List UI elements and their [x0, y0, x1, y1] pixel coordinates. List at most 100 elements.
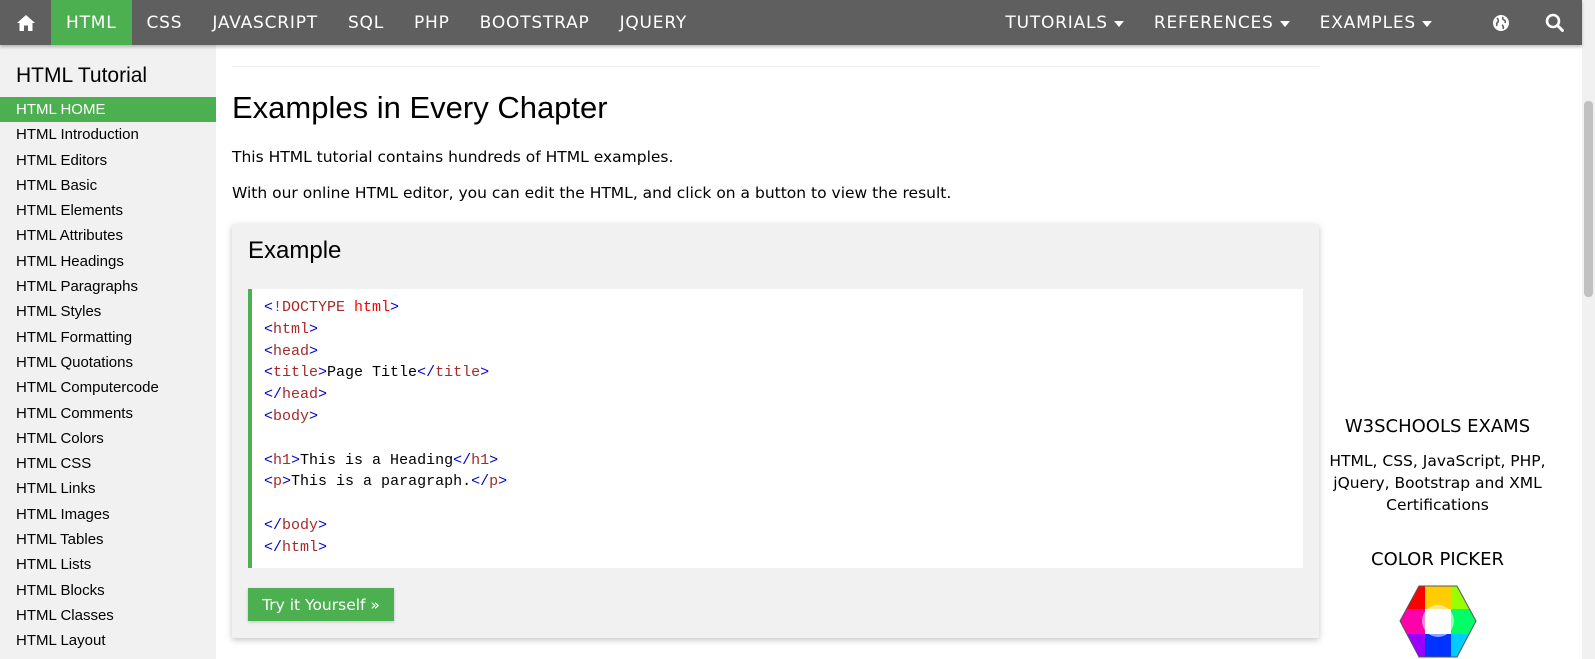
- code-bracket: >: [318, 364, 328, 382]
- code-bracket: >: [309, 320, 319, 338]
- sidebar-list: HTML HOME HTML Introduction HTML Editors…: [0, 97, 216, 654]
- color-picker-icon[interactable]: [1399, 584, 1477, 659]
- top-navigation: HTML CSS JAVASCRIPT SQL PHP BOOTSTRAP JQ…: [0, 0, 1582, 45]
- exams-description[interactable]: HTML, CSS, JavaScript, PHP, jQuery, Boot…: [1325, 450, 1550, 516]
- nav-item-html[interactable]: HTML: [51, 0, 132, 45]
- code-tag: html: [282, 538, 319, 556]
- exams-text-line: jQuery, Bootstrap and XML: [1333, 474, 1542, 492]
- sidebar-item-html-css[interactable]: HTML CSS: [0, 451, 216, 476]
- nav-dropdown-label: TUTORIALS: [1005, 12, 1108, 33]
- sidebar-item-html-classes[interactable]: HTML Classes: [0, 603, 216, 628]
- try-it-yourself-button[interactable]: Try it Yourself »: [248, 588, 394, 621]
- sidebar-item-html-attributes[interactable]: HTML Attributes: [0, 223, 216, 248]
- sidebar-item-html-introduction[interactable]: HTML Introduction: [0, 122, 216, 147]
- caret-down-icon: [1113, 20, 1124, 27]
- sidebar-item-html-tables[interactable]: HTML Tables: [0, 527, 216, 552]
- home-button[interactable]: [0, 0, 51, 45]
- nav-dropdown-label: REFERENCES: [1153, 12, 1274, 33]
- sidebar-item-html-editors[interactable]: HTML Editors: [0, 148, 216, 173]
- sidebar-item-html-home[interactable]: HTML HOME: [0, 97, 216, 123]
- nav-item-bootstrap[interactable]: BOOTSTRAP: [465, 0, 605, 45]
- code-bracket: </: [264, 516, 283, 534]
- search-button[interactable]: [1527, 0, 1582, 45]
- sidebar-item-html-quotations[interactable]: HTML Quotations: [0, 350, 216, 375]
- sidebar-item-html-paragraphs[interactable]: HTML Paragraphs: [0, 274, 216, 299]
- code-bracket: <: [264, 342, 274, 360]
- globe-icon: [1493, 14, 1509, 31]
- sidebar-item-html-elements[interactable]: HTML Elements: [0, 198, 216, 223]
- code-bracket: >: [318, 538, 328, 556]
- caret-down-icon: [1422, 20, 1432, 27]
- sidebar-item-html-blocks[interactable]: HTML Blocks: [0, 578, 216, 603]
- sidebar-item-html-images[interactable]: HTML Images: [0, 502, 216, 527]
- code-line: <title>Page Title</title>: [264, 362, 1303, 384]
- sidebar-item-html-colors[interactable]: HTML Colors: [0, 426, 216, 451]
- code-attr: html: [345, 299, 391, 316]
- sidebar-item-html-links[interactable]: HTML Links: [0, 476, 216, 501]
- scrollbar-thumb[interactable]: [1584, 101, 1593, 297]
- code-bracket: </: [453, 451, 472, 469]
- sidebar-item-html-formatting[interactable]: HTML Formatting: [0, 325, 216, 350]
- sidebar-item-html-comments[interactable]: HTML Comments: [0, 401, 216, 426]
- code-line: </body>: [264, 515, 1303, 537]
- sidebar-title: HTML Tutorial: [16, 64, 148, 87]
- nav-item-javascript[interactable]: JAVASCRIPT: [197, 0, 333, 45]
- code-bracket: <: [264, 364, 274, 382]
- code-tag: body: [282, 516, 319, 534]
- code-bracket: >: [291, 451, 301, 469]
- sidebar-item-html-headings[interactable]: HTML Headings: [0, 249, 216, 274]
- nav-item-php[interactable]: PHP: [399, 0, 465, 45]
- code-bracket: </: [264, 386, 283, 404]
- code-block: <!DOCTYPE html> <html> <head> <title>Pag…: [248, 289, 1303, 568]
- search-icon: [1545, 13, 1564, 32]
- code-tag: body: [273, 407, 310, 425]
- page-scrollbar[interactable]: [1582, 0, 1595, 659]
- code-tag: title: [273, 364, 319, 382]
- nav-item-css[interactable]: CSS: [132, 0, 198, 45]
- code-bracket: <: [264, 320, 274, 338]
- code-line: </html>: [264, 537, 1303, 559]
- sidebar-item-html-layout[interactable]: HTML Layout: [0, 628, 216, 653]
- nav-dropdown-references[interactable]: REFERENCES: [1139, 0, 1305, 45]
- code-text: Page Title: [327, 364, 418, 382]
- nav-item-sql[interactable]: SQL: [333, 0, 399, 45]
- nav-item-jquery[interactable]: JQUERY: [605, 0, 703, 45]
- code-tag: p: [273, 473, 283, 491]
- sidebar-item-html-computercode[interactable]: HTML Computercode: [0, 375, 216, 400]
- code-line: <h1>This is a Heading</h1>: [264, 450, 1303, 472]
- code-bracket: </: [471, 473, 490, 491]
- code-bracket: <: [264, 407, 274, 425]
- code-bracket: <: [264, 451, 274, 469]
- divider: [232, 66, 1319, 67]
- translate-button[interactable]: [1475, 0, 1527, 45]
- editor-paragraph: With our online HTML editor, you can edi…: [232, 184, 952, 202]
- code-tag: title: [435, 364, 481, 382]
- code-text: This is a Heading: [300, 451, 454, 469]
- sidebar-item-html-styles[interactable]: HTML Styles: [0, 299, 216, 324]
- code-bracket: >: [489, 451, 499, 469]
- code-tag: html: [273, 320, 310, 338]
- code-bracket: >: [282, 473, 292, 491]
- code-bracket: >: [309, 407, 319, 425]
- exams-text-line: HTML, CSS, JavaScript, PHP,: [1329, 452, 1546, 470]
- nav-dropdown-tutorials[interactable]: TUTORIALS: [990, 0, 1139, 45]
- example-title: Example: [248, 237, 342, 264]
- code-tag: h1: [273, 451, 292, 469]
- code-tag: !DOCTYPE: [273, 299, 346, 316]
- code-bracket: >: [309, 342, 319, 360]
- code-tag: head: [282, 386, 319, 404]
- home-icon: [16, 14, 35, 31]
- sidebar: HTML Tutorial HTML HOME HTML Introductio…: [0, 45, 216, 659]
- sidebar-item-html-basic[interactable]: HTML Basic: [0, 173, 216, 198]
- exams-text-line: Certifications: [1386, 496, 1489, 514]
- code-tag: h1: [471, 451, 490, 469]
- sidebar-item-html-lists[interactable]: HTML Lists: [0, 552, 216, 577]
- code-bracket: <: [264, 299, 274, 316]
- code-line: </head>: [264, 384, 1303, 406]
- exams-title[interactable]: W3SCHOOLS EXAMS: [1325, 416, 1550, 437]
- nav-dropdown-examples[interactable]: EXAMPLES: [1305, 0, 1447, 45]
- color-picker-title[interactable]: COLOR PICKER: [1325, 549, 1550, 570]
- code-line: <head>: [264, 341, 1303, 363]
